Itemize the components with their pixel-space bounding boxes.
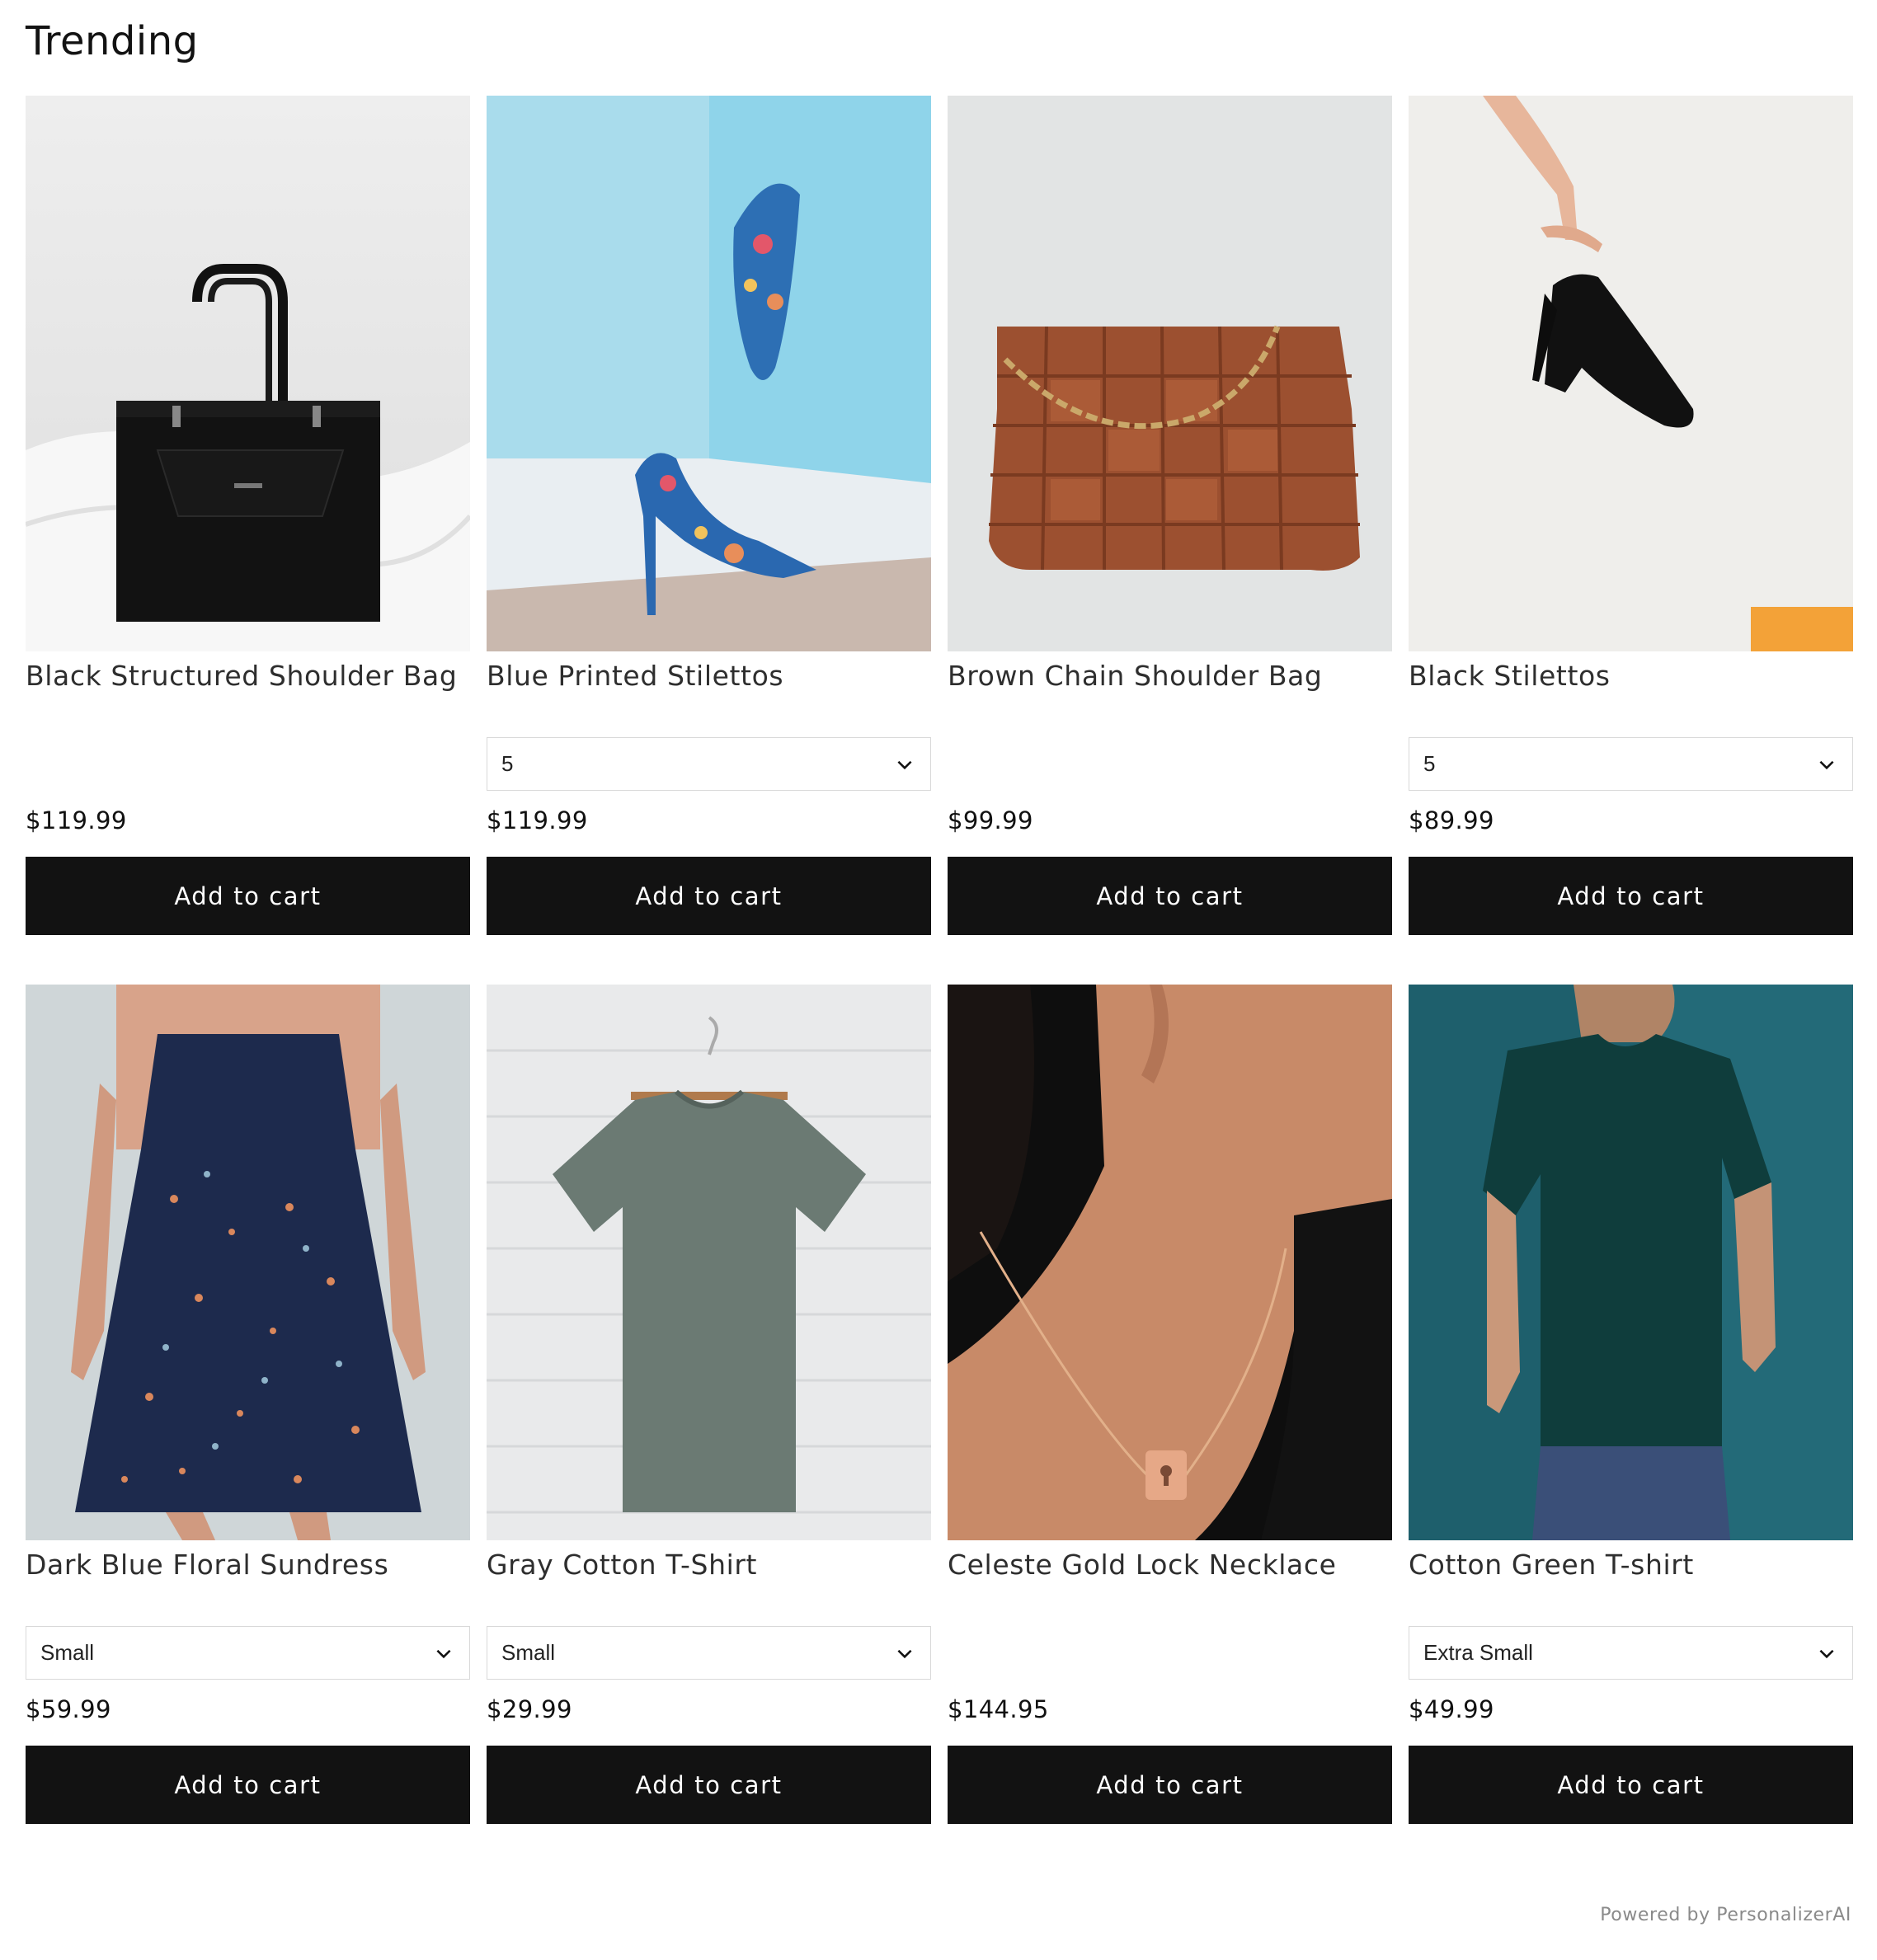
product-title[interactable]: Dark Blue Floral Sundress: [26, 1549, 470, 1581]
chevron-down-icon: [1819, 760, 1834, 769]
add-to-cart-button[interactable]: Add to cart: [487, 857, 931, 935]
product-price: $119.99: [26, 806, 127, 834]
product-image[interactable]: [948, 96, 1392, 651]
product-card: Blue Printed Stilettos 5 $119.99 Add to …: [487, 96, 931, 935]
product-price: $144.95: [948, 1695, 1049, 1723]
powered-by-label[interactable]: Powered by PersonalizerAI: [1600, 1905, 1851, 1925]
product-price: $29.99: [487, 1695, 572, 1723]
product-image[interactable]: [1409, 985, 1853, 1540]
product-image[interactable]: [487, 96, 931, 651]
add-to-cart-button[interactable]: Add to cart: [948, 857, 1392, 935]
product-price: $99.99: [948, 806, 1033, 834]
add-to-cart-button[interactable]: Add to cart: [948, 1746, 1392, 1824]
product-image[interactable]: [26, 96, 470, 651]
product-card: Brown Chain Shoulder Bag $99.99 Add to c…: [948, 96, 1392, 935]
size-select[interactable]: Small: [487, 1626, 931, 1680]
add-to-cart-button[interactable]: Add to cart: [26, 857, 470, 935]
add-to-cart-button[interactable]: Add to cart: [26, 1746, 470, 1824]
size-select[interactable]: Extra Small: [1409, 1626, 1853, 1680]
product-card: Cotton Green T-shirt Extra Small $49.99 …: [1409, 985, 1853, 1824]
size-select-value: Small: [501, 1640, 556, 1665]
product-title[interactable]: Celeste Gold Lock Necklace: [948, 1549, 1392, 1581]
product-price: $89.99: [1409, 806, 1494, 834]
section-title: Trending: [26, 18, 199, 64]
product-title[interactable]: Blue Printed Stilettos: [487, 660, 931, 692]
product-card: Celeste Gold Lock Necklace $144.95 Add t…: [948, 985, 1392, 1824]
chevron-down-icon: [436, 1649, 451, 1658]
product-title[interactable]: Black Stilettos: [1409, 660, 1853, 692]
product-title[interactable]: Black Structured Shoulder Bag: [26, 660, 470, 692]
chevron-down-icon: [897, 1649, 912, 1658]
product-title[interactable]: Brown Chain Shoulder Bag: [948, 660, 1392, 692]
product-grid: Black Structured Shoulder Bag $119.99 Ad…: [26, 96, 1853, 1824]
size-select[interactable]: 5: [1409, 737, 1853, 791]
product-card: Gray Cotton T-Shirt Small $29.99 Add to …: [487, 985, 931, 1824]
add-to-cart-button[interactable]: Add to cart: [1409, 1746, 1853, 1824]
chevron-down-icon: [897, 760, 912, 769]
add-to-cart-button[interactable]: Add to cart: [487, 1746, 931, 1824]
product-price: $119.99: [487, 806, 588, 834]
size-select-value: Small: [40, 1640, 95, 1665]
product-price: $59.99: [26, 1695, 111, 1723]
product-image[interactable]: [26, 985, 470, 1540]
size-select[interactable]: Small: [26, 1626, 470, 1680]
chevron-down-icon: [1819, 1649, 1834, 1658]
size-select-value: 5: [1423, 751, 1436, 776]
size-select[interactable]: 5: [487, 737, 931, 791]
product-title[interactable]: Cotton Green T-shirt: [1409, 1549, 1853, 1581]
product-image[interactable]: [948, 985, 1392, 1540]
product-card: Black Stilettos 5 $89.99 Add to cart: [1409, 96, 1853, 935]
product-card: Dark Blue Floral Sundress Small $59.99 A…: [26, 985, 470, 1824]
size-select-value: Extra Small: [1423, 1640, 1533, 1665]
add-to-cart-button[interactable]: Add to cart: [1409, 857, 1853, 935]
product-card: Black Structured Shoulder Bag $119.99 Ad…: [26, 96, 470, 935]
product-price: $49.99: [1409, 1695, 1494, 1723]
product-image[interactable]: [487, 985, 931, 1540]
size-select-value: 5: [501, 751, 514, 776]
product-title[interactable]: Gray Cotton T-Shirt: [487, 1549, 931, 1581]
product-image[interactable]: [1409, 96, 1853, 651]
